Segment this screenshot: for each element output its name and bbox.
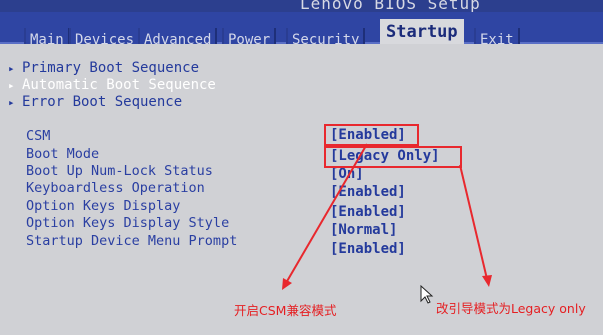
annotation-arrows bbox=[282, 143, 492, 290]
boot-mode-arrowhead-icon bbox=[482, 275, 492, 287]
bios-screen: Lenovo BIOS Setup Main Devices Advanced … bbox=[0, 0, 603, 335]
boot-mode-arrow-line bbox=[459, 164, 488, 280]
boot-mode-annotation: 改引导模式为Legacy only bbox=[436, 301, 586, 316]
csm-arrow-line bbox=[285, 143, 368, 284]
mouse-cursor-icon bbox=[420, 285, 434, 304]
csm-annotation: 开启CSM兼容模式 bbox=[234, 303, 337, 318]
